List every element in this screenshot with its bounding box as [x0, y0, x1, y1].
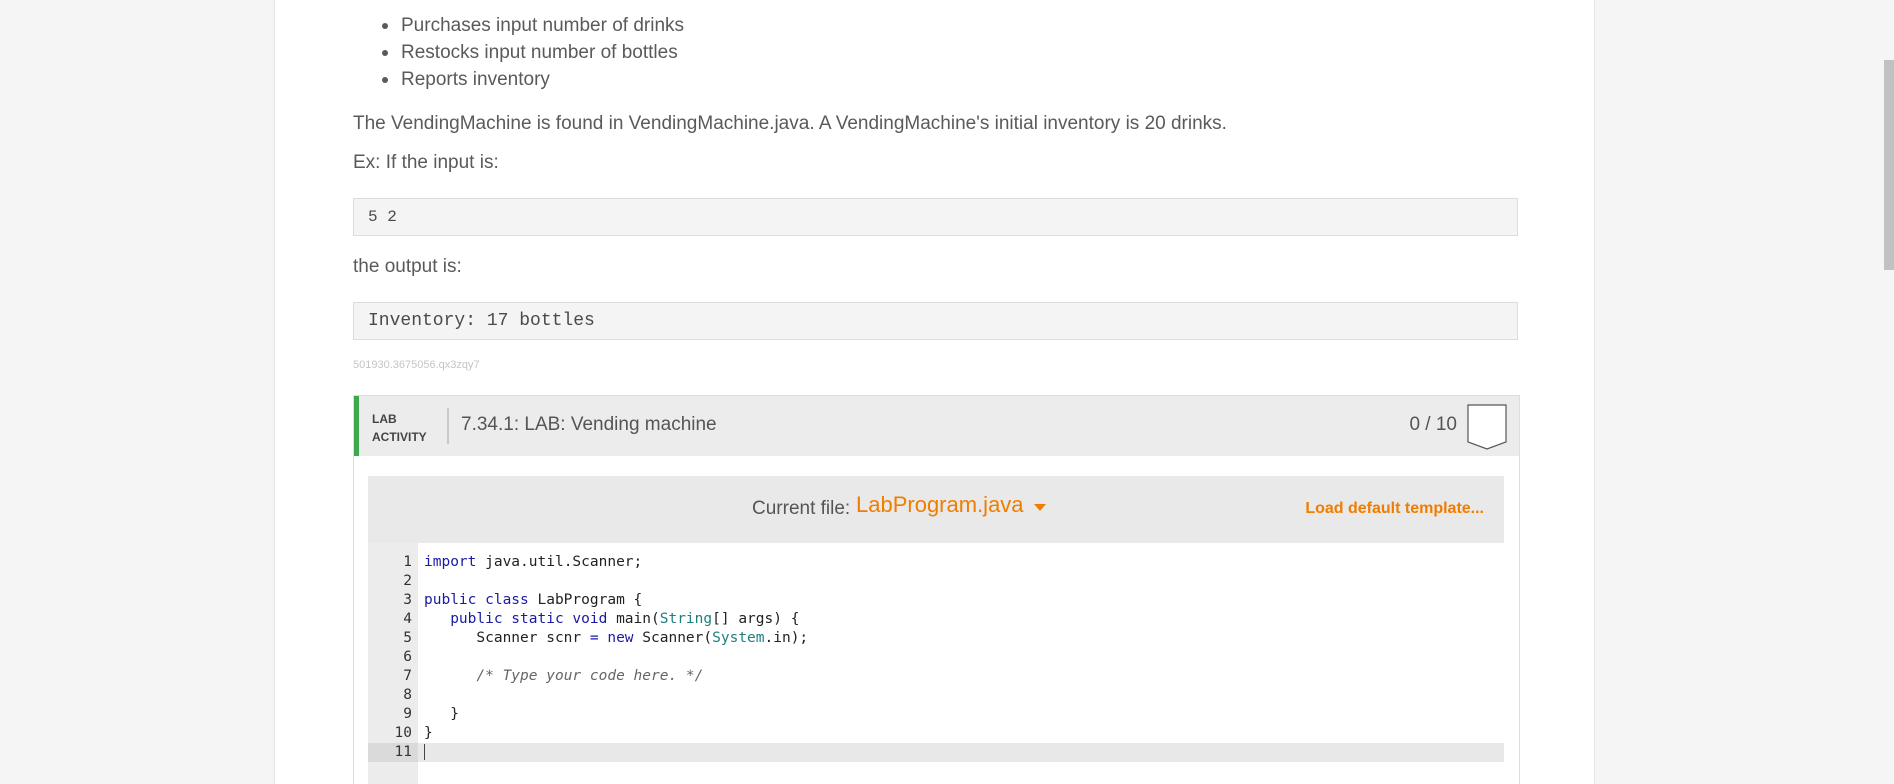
line-number: 11 [368, 743, 418, 762]
current-file-label: Current file: [752, 498, 851, 519]
example-label: Ex: If the input is: [353, 152, 499, 173]
code-line: 2 [368, 572, 1504, 591]
example-output: Inventory: 17 bottles [368, 311, 595, 331]
code-line: 4 public static void main(String[] args)… [368, 610, 1504, 629]
code-text: LabProgram { [528, 592, 643, 608]
line-number: 1 [403, 554, 412, 570]
lab-tag-line2: ACTIVITY [372, 430, 427, 444]
line-number: 8 [403, 687, 412, 703]
keyword: import [424, 554, 477, 570]
keyword: new [607, 630, 634, 646]
code-line-active[interactable]: 11 [368, 743, 1504, 762]
list-item: Purchases input number of drinks [353, 12, 684, 39]
lab-title: 7.34.1: LAB: Vending machine [461, 414, 717, 435]
code-text: [] args) { [712, 611, 800, 627]
keyword: public static void [450, 611, 608, 627]
code-line: 10 } [368, 724, 1504, 743]
list-item: Restocks input number of bottles [353, 39, 684, 66]
example-input: 5 2 [368, 208, 397, 226]
code-text: main( [607, 611, 660, 627]
line-number: 9 [403, 706, 412, 722]
description-text: The VendingMachine is found in VendingMa… [353, 113, 1227, 134]
line-number: 3 [403, 592, 412, 608]
load-default-template-link[interactable]: Load default template... [1305, 500, 1484, 518]
operator: = [589, 630, 599, 646]
page-scrollbar[interactable] [1884, 60, 1894, 270]
chevron-down-icon [1033, 503, 1046, 511]
code-text: } [424, 725, 433, 741]
code-text: } [424, 706, 459, 722]
feature-list: Purchases input number of drinks Restock… [353, 12, 684, 93]
page: Purchases input number of drinks Restock… [274, 0, 1595, 784]
file-bar: Current file: LabProgram.java Load defau… [368, 476, 1504, 543]
lab-divider [447, 408, 449, 444]
lab-activity: LAB ACTIVITY 7.34.1: LAB: Vending machin… [353, 395, 1520, 784]
code-text: .in); [764, 630, 809, 646]
line-number: 4 [403, 611, 412, 627]
lab-score: 0 / 10 [1409, 414, 1457, 435]
code-editor-panel: Current file: LabProgram.java Load defau… [368, 476, 1504, 784]
line-number: 6 [403, 649, 412, 665]
code-line: 3 public class LabProgram { [368, 591, 1504, 610]
lab-header: LAB ACTIVITY 7.34.1: LAB: Vending machin… [354, 396, 1519, 456]
line-number: 2 [403, 573, 412, 589]
example-output-box: Inventory: 17 bottles [353, 302, 1518, 340]
code-line: 8 [368, 686, 1504, 705]
line-number: 7 [403, 668, 412, 684]
current-file-dropdown[interactable]: LabProgram.java [856, 492, 1046, 518]
code-line: 9 } [368, 705, 1504, 724]
code-line: 1 import java.util.Scanner; [368, 553, 1504, 572]
keyword: public class [424, 592, 529, 608]
code-text: Scanner( [633, 630, 713, 646]
code-editor[interactable]: 1 import java.util.Scanner; 2 3 public c… [368, 543, 1504, 784]
text-cursor [424, 744, 425, 760]
type-name: String [659, 611, 713, 627]
output-label: the output is: [353, 256, 462, 277]
lab-tag: LAB ACTIVITY [372, 410, 427, 446]
score-badge-icon [1467, 404, 1507, 450]
line-number: 10 [394, 725, 412, 741]
example-input-box: 5 2 [353, 198, 1518, 236]
code-line: 5 Scanner scnr = new Scanner(System.in); [368, 629, 1504, 648]
activity-identifier: 501930.3675056.qx3zqy7 [353, 359, 480, 371]
code-line: 6 [368, 648, 1504, 667]
line-number: 5 [403, 630, 412, 646]
current-file-name: LabProgram.java [856, 492, 1024, 517]
code-text: java.util.Scanner; [476, 554, 643, 570]
code-text: Scanner scnr [424, 630, 590, 646]
code-comment: /* Type your code here. */ [476, 668, 704, 684]
code-line: 7 /* Type your code here. */ [368, 667, 1504, 686]
list-item: Reports inventory [353, 66, 684, 93]
lab-tag-line1: LAB [372, 412, 397, 426]
type-name: System [712, 630, 765, 646]
